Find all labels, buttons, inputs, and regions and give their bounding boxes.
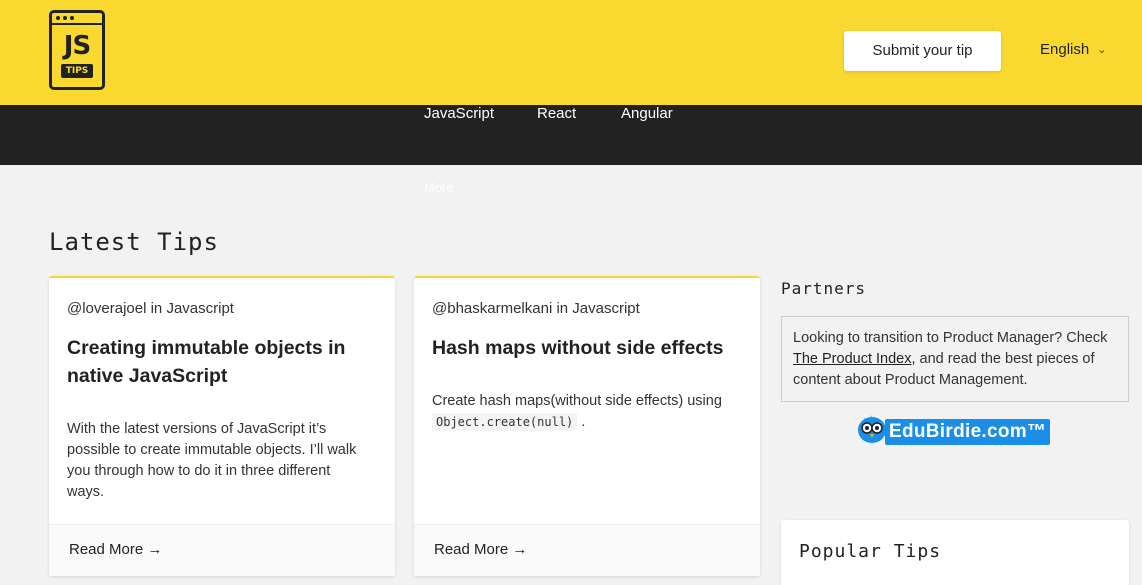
tip-excerpt-text: Create hash maps(without side effects) u… bbox=[432, 393, 722, 409]
tip-title[interactable]: Creating immutable objects in native Jav… bbox=[67, 334, 367, 390]
tip-author[interactable]: @bhaskarmelkani in Javascript bbox=[432, 300, 640, 317]
tip-author[interactable]: @loverajoel in Javascript bbox=[67, 300, 234, 317]
tip-card-footer: Read More → bbox=[414, 524, 760, 576]
popular-tips-heading: Popular Tips bbox=[799, 541, 942, 562]
partners-heading: Partners bbox=[781, 279, 867, 298]
nav-item-angular[interactable]: Angular bbox=[621, 105, 673, 165]
tip-card: @loverajoel in Javascript Creating immut… bbox=[49, 276, 395, 576]
js-tips-logo[interactable]: JS TIPS bbox=[49, 10, 105, 90]
product-index-link[interactable]: The Product Index, bbox=[793, 351, 916, 367]
bird-icon bbox=[858, 415, 886, 443]
nav-item-javascript[interactable]: JavaScript bbox=[424, 105, 494, 165]
read-more-link[interactable]: Read More → bbox=[69, 541, 162, 558]
partner-promo: Looking to transition to Product Manager… bbox=[781, 316, 1129, 402]
popular-tips-panel: Popular Tips bbox=[781, 520, 1129, 585]
logo-window-dots bbox=[56, 16, 74, 20]
tip-card: @bhaskarmelkani in Javascript Hash maps … bbox=[414, 276, 760, 576]
edubirdie-banner[interactable]: EduBirdie.com™ bbox=[855, 411, 1055, 447]
tip-excerpt-suffix: . bbox=[581, 414, 586, 430]
submit-tip-button[interactable]: Submit your tip bbox=[844, 31, 1001, 71]
read-more-link[interactable]: Read More → bbox=[434, 541, 527, 558]
tip-card-footer: Read More → bbox=[49, 524, 395, 576]
language-label: English bbox=[1040, 41, 1090, 58]
tip-title[interactable]: Hash maps without side effects bbox=[432, 334, 732, 362]
logo-window-bar bbox=[52, 23, 102, 25]
tip-excerpt: Create hash maps(without side effects) u… bbox=[432, 391, 732, 433]
logo-js-text: JS bbox=[63, 31, 91, 61]
nav-item-more[interactable]: More bbox=[424, 180, 454, 195]
nav-item-react[interactable]: React bbox=[537, 105, 576, 165]
tip-excerpt: With the latest versions of JavaScript i… bbox=[67, 421, 357, 500]
edubirdie-label: EduBirdie.com™ bbox=[885, 419, 1051, 445]
latest-tips-heading: Latest Tips bbox=[49, 228, 219, 256]
tip-excerpt-code: Object.create(null) bbox=[432, 413, 578, 431]
site-header: JS TIPS Submit your tip English ⌄ bbox=[0, 0, 1142, 105]
partner-text: Looking to transition to Product Manager… bbox=[793, 330, 1108, 346]
language-selector[interactable]: English ⌄ bbox=[1040, 41, 1106, 58]
logo-tips-text: TIPS bbox=[61, 64, 93, 78]
main-nav: JavaScript React Angular bbox=[0, 105, 1142, 165]
chevron-down-icon: ⌄ bbox=[1097, 44, 1107, 56]
